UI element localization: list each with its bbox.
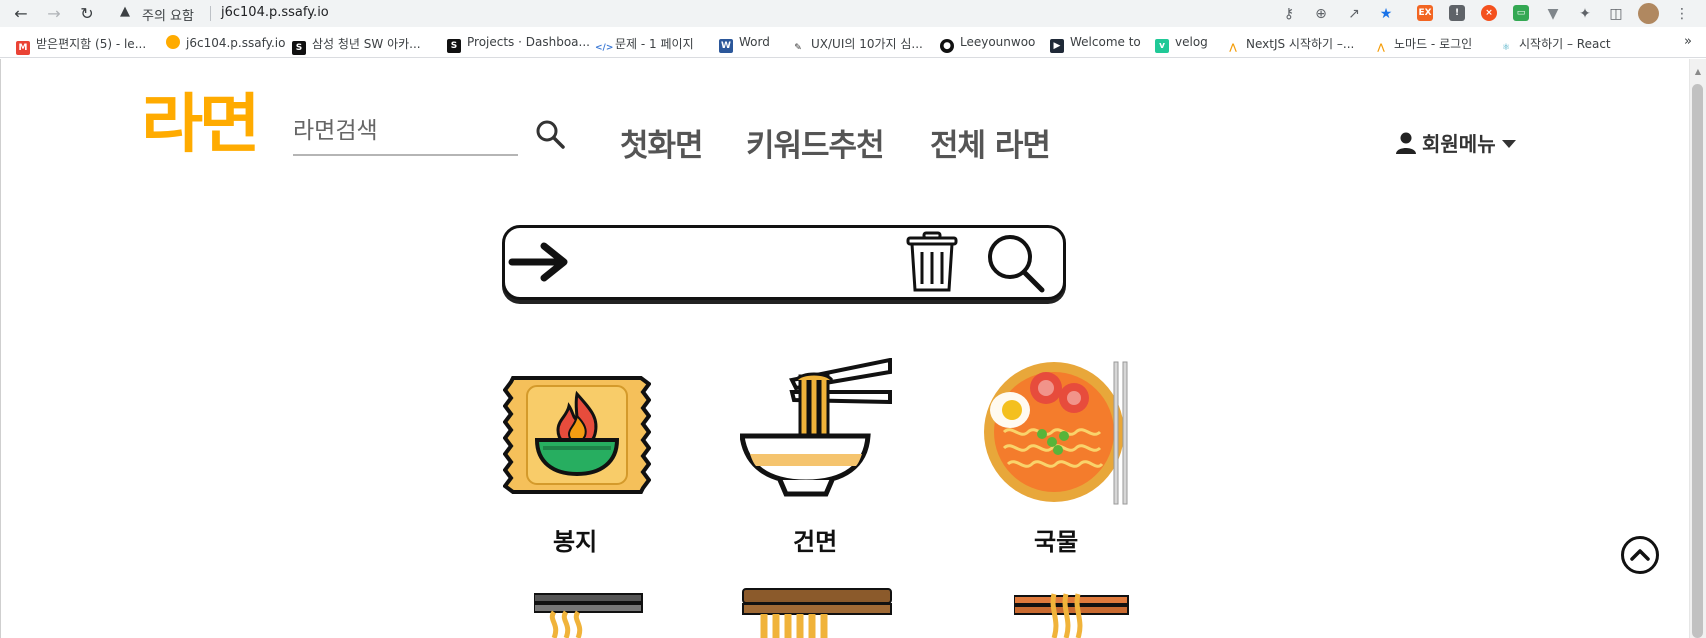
bookmark-item[interactable]: </> 문제 - 1 페이지: [595, 35, 694, 55]
search-button[interactable]: [534, 118, 568, 152]
member-menu-label: 회원메뉴: [1422, 132, 1496, 156]
react-icon: ⚛: [1501, 43, 1511, 53]
side-panel-icon[interactable]: ◫: [1607, 5, 1625, 23]
arrow-right-icon: [508, 242, 568, 282]
share-icon[interactable]: ↗: [1345, 5, 1363, 23]
puzzle-icon[interactable]: ✦: [1576, 5, 1594, 23]
search-icon: [536, 120, 565, 149]
menu-dots-icon[interactable]: ⋮: [1673, 5, 1691, 23]
security-warning[interactable]: 주의 요함: [142, 5, 194, 24]
keyword-search-button[interactable]: [985, 232, 1045, 294]
word-icon: W: [719, 39, 733, 53]
pen-icon: ✎: [794, 43, 802, 53]
bookmark-item[interactable]: M 받은편지함 (5) - le...: [16, 35, 146, 55]
ssafy-icon: S: [292, 41, 306, 55]
url-divider: [210, 6, 211, 21]
bookmark-item[interactable]: j6c104.p.ssafy.io: [166, 35, 285, 50]
forward-icon[interactable]: →: [43, 3, 65, 25]
extension-screen-icon[interactable]: ▭: [1513, 5, 1529, 21]
bookmark-item[interactable]: ⋀ 노마드 - 로그인: [1374, 35, 1472, 55]
bookmark-item[interactable]: ● Leeyounwoo: [940, 35, 1035, 53]
warning-icon[interactable]: ▲: [120, 4, 130, 19]
ssafy-icon: S: [447, 39, 461, 53]
dry-noodle-bowl-icon: [739, 357, 892, 497]
category-label[interactable]: 건면: [793, 522, 837, 557]
category-label[interactable]: 봉지: [553, 522, 597, 557]
bookmark-item[interactable]: W Word: [719, 35, 770, 53]
scrollbar-thumb[interactable]: [1692, 84, 1703, 638]
back-icon[interactable]: ←: [10, 3, 32, 25]
bookmark-item[interactable]: ⚛ 시작하기 – React: [1499, 35, 1611, 55]
category-soup[interactable]: [982, 358, 1132, 510]
bookmark-item[interactable]: S 삼성 청년 SW 아카...: [292, 35, 421, 55]
category-tile-partial[interactable]: [742, 588, 892, 638]
zoom-icon[interactable]: ⊕: [1312, 5, 1330, 23]
url-text[interactable]: j6c104.p.ssafy.io: [221, 5, 329, 20]
nav-all-ramen[interactable]: 전체 라면: [930, 120, 1051, 165]
key-icon[interactable]: ⚷: [1280, 5, 1298, 23]
category-packet[interactable]: [502, 376, 652, 494]
enter-button[interactable]: [508, 238, 572, 286]
ramen-packet-icon: [502, 376, 652, 494]
clear-button[interactable]: [904, 230, 960, 294]
nomad-icon: ⋀: [1229, 43, 1237, 53]
caret-down-icon: [1501, 140, 1516, 148]
member-menu[interactable]: 회원메뉴: [1396, 128, 1516, 157]
ramen-site-icon: [166, 35, 180, 49]
extension-x-icon[interactable]: ×: [1481, 5, 1497, 21]
extension-v-icon[interactable]: ▼: [1544, 5, 1562, 23]
bookmark-item[interactable]: ▶ Welcome to: [1050, 35, 1141, 53]
site-logo[interactable]: 라면: [141, 93, 260, 157]
app-icon: ▶: [1050, 39, 1064, 53]
noodle-chopsticks-icon: [534, 593, 643, 638]
soup-ramen-icon: [984, 361, 1128, 505]
nav-home[interactable]: 첫화면: [620, 120, 704, 165]
chevron-up-icon: [1630, 549, 1650, 561]
github-icon: ●: [940, 39, 954, 53]
gmail-icon: M: [16, 41, 30, 55]
velog-icon: v: [1155, 39, 1169, 53]
code-icon: </>: [595, 43, 614, 53]
noodle-rack-icon: [742, 588, 892, 638]
bookmarks-bar: M 받은편지함 (5) - le... j6c104.p.ssafy.io S 삼성…: [0, 27, 1706, 58]
header-search: [293, 110, 518, 156]
magnifier-icon: [988, 235, 1045, 293]
extension-ex-icon[interactable]: EX: [1417, 5, 1433, 21]
bookmark-item[interactable]: S Projects · Dashboa...: [447, 35, 590, 53]
nomad-icon: ⋀: [1377, 43, 1385, 53]
reload-icon[interactable]: ↻: [76, 3, 98, 25]
trash-icon: [906, 231, 958, 292]
nav-keyword-recommend[interactable]: 키워드추천: [746, 120, 885, 165]
profile-avatar[interactable]: [1638, 3, 1659, 24]
category-label[interactable]: 국물: [1034, 522, 1078, 557]
extension-info-icon[interactable]: !: [1449, 5, 1465, 21]
category-tile-partial[interactable]: [534, 592, 644, 638]
keyword-input-box[interactable]: [502, 225, 1066, 300]
scroll-to-top-button[interactable]: [1621, 536, 1659, 574]
category-dry-noodle[interactable]: [739, 357, 892, 510]
bookmark-item[interactable]: v velog: [1155, 35, 1208, 53]
bookmark-star-icon[interactable]: ★: [1377, 5, 1395, 23]
browser-toolbar: ← → ↻ ▲ 주의 요함 j6c104.p.ssafy.io ⚷ ⊕ ↗ ★ …: [0, 0, 1706, 27]
category-tile-partial[interactable]: [1014, 590, 1130, 638]
bookmark-item[interactable]: ✎ UX/UI의 10가지 심...: [791, 35, 923, 55]
scroll-up-icon[interactable]: ▲: [1695, 67, 1701, 76]
user-icon: [1396, 132, 1416, 154]
bookmarks-more-icon[interactable]: »: [1684, 34, 1692, 49]
bookmark-item[interactable]: ⋀ NextJS 시작하기 –...: [1226, 35, 1354, 55]
search-input[interactable]: [293, 113, 503, 149]
noodle-lift-icon: [1014, 593, 1129, 638]
